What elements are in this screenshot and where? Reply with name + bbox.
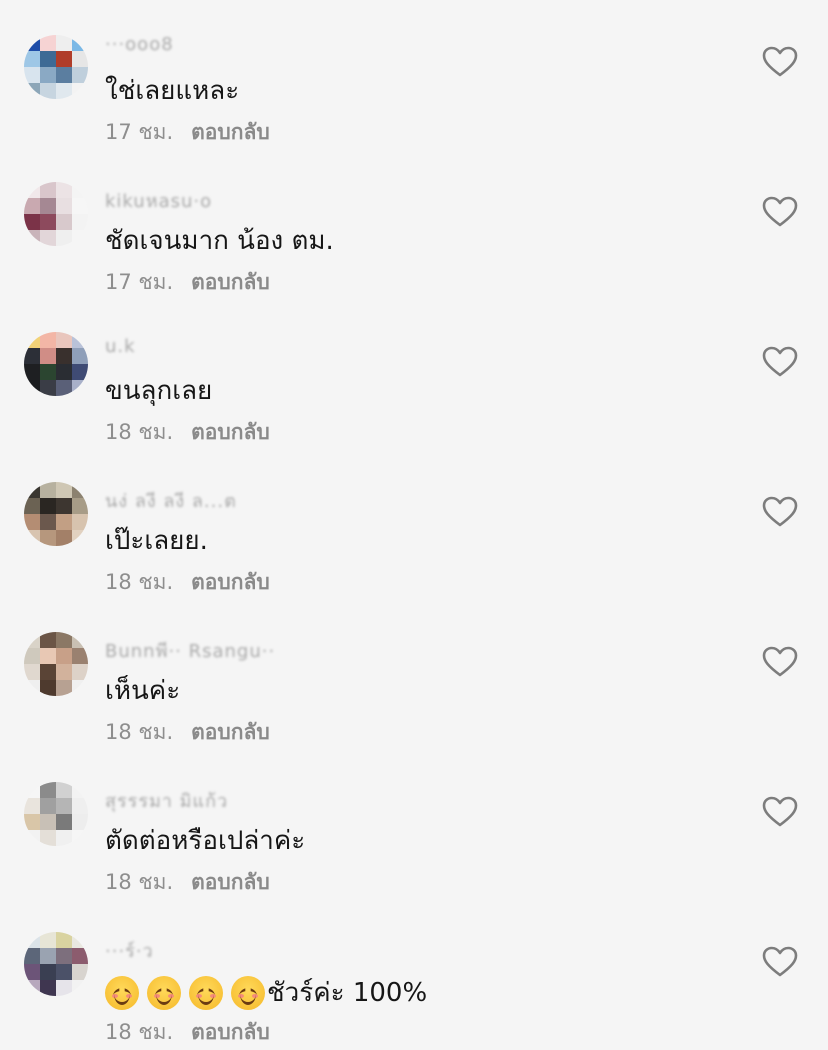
comment-text: เป๊ะเลยย. <box>105 526 208 556</box>
username[interactable]: สุรรรมา มิแก้ว <box>105 786 228 815</box>
avatar[interactable] <box>24 482 88 546</box>
avatar[interactable] <box>24 35 88 99</box>
comment-meta: 18 ชม. ตอบกลับ <box>105 716 270 749</box>
comment-text: เห็นค่ะ <box>105 676 181 706</box>
comment-meta: 18 ชม. ตอบกลับ <box>105 1016 270 1049</box>
comment-item: นง่ ลงี ลงี ล...ตเป๊ะเลยย. 18 ชม. ตอบกลับ <box>0 450 828 600</box>
comment-text: ตัดต่อหรือเปล่าค่ะ <box>105 826 306 856</box>
comment-text: ขนลุกเลย <box>105 376 213 406</box>
smiling-face-emoji-icon <box>147 975 181 1010</box>
timestamp: 17 ชม. <box>105 270 174 294</box>
avatar[interactable] <box>24 932 88 996</box>
comment-item: u.k ขนลุกเลย 18 ชม. ตอบกลับ <box>0 300 828 450</box>
heart-icon[interactable] <box>762 796 798 828</box>
reply-button[interactable]: ตอบกลับ <box>191 420 270 444</box>
heart-icon[interactable] <box>762 496 798 528</box>
timestamp: 17 ชม. <box>105 120 174 144</box>
reply-button[interactable]: ตอบกลับ <box>191 870 270 894</box>
timestamp: 18 ชม. <box>105 1020 174 1044</box>
avatar[interactable] <box>24 632 88 696</box>
comment-meta: 18 ชม. ตอบกลับ <box>105 566 270 599</box>
timestamp: 18 ชม. <box>105 720 174 744</box>
comment-meta: 18 ชม. ตอบกลับ <box>105 866 270 899</box>
heart-icon[interactable] <box>762 46 798 78</box>
heart-icon[interactable] <box>762 346 798 378</box>
comment-item: สุรรรมา มิแก้วตัดต่อหรือเปล่าค่ะ 18 ชม. ตอ… <box>0 750 828 900</box>
username[interactable]: kikuหasu·o <box>105 186 212 215</box>
username[interactable]: นง่ ลงี ลงี ล...ต <box>105 486 237 515</box>
smiling-face-emoji-icon <box>231 975 265 1010</box>
avatar[interactable] <box>24 332 88 396</box>
username[interactable]: ···ร์·ว <box>105 936 154 965</box>
reply-button[interactable]: ตอบกลับ <box>191 270 270 294</box>
username[interactable]: ···ooo8 <box>105 34 174 55</box>
reply-button[interactable]: ตอบกลับ <box>191 570 270 594</box>
reply-button[interactable]: ตอบกลับ <box>191 120 270 144</box>
heart-icon[interactable] <box>762 196 798 228</box>
comment-text-body: ชัวร์ค่ะ 100% <box>267 978 428 1008</box>
timestamp: 18 ชม. <box>105 570 174 594</box>
comment-meta: 17 ชม. ตอบกลับ <box>105 116 270 149</box>
username[interactable]: Bunnพี·· Rsangu·· <box>105 636 275 665</box>
smiling-face-emoji-icon <box>105 975 139 1010</box>
avatar[interactable] <box>24 182 88 246</box>
comment-item: kikuหasu·o ชัดเจนมาก น้อง ตม. 17 ชม. ตอบกลั… <box>0 150 828 300</box>
username[interactable]: u.k <box>105 336 136 357</box>
comment-item: ···ooo8 ใช่เลยแหละ 17 ชม. ตอบกลับ <box>0 0 828 150</box>
reply-button[interactable]: ตอบกลับ <box>191 720 270 744</box>
timestamp: 18 ชม. <box>105 420 174 444</box>
timestamp: 18 ชม. <box>105 870 174 894</box>
avatar[interactable] <box>24 782 88 846</box>
heart-icon[interactable] <box>762 646 798 678</box>
reply-button[interactable]: ตอบกลับ <box>191 1020 270 1044</box>
comment-text: ใช่เลยแหละ <box>105 76 240 106</box>
comment-meta: 17 ชม. ตอบกลับ <box>105 266 270 299</box>
smiling-face-emoji-icon <box>189 975 223 1010</box>
comment-item: ···ร์·วชัวร์ค่ะ 100% 18 ชม. ตอบกลับ <box>0 900 828 1050</box>
comment-item: Bunnพี·· Rsangu·· เห็นค่ะ 18 ชม. ตอบกลับ <box>0 600 828 750</box>
heart-icon[interactable] <box>762 946 798 978</box>
comment-text: ชัวร์ค่ะ 100% <box>105 972 427 1013</box>
comment-meta: 18 ชม. ตอบกลับ <box>105 416 270 449</box>
comment-text: ชัดเจนมาก น้อง ตม. <box>105 226 334 256</box>
